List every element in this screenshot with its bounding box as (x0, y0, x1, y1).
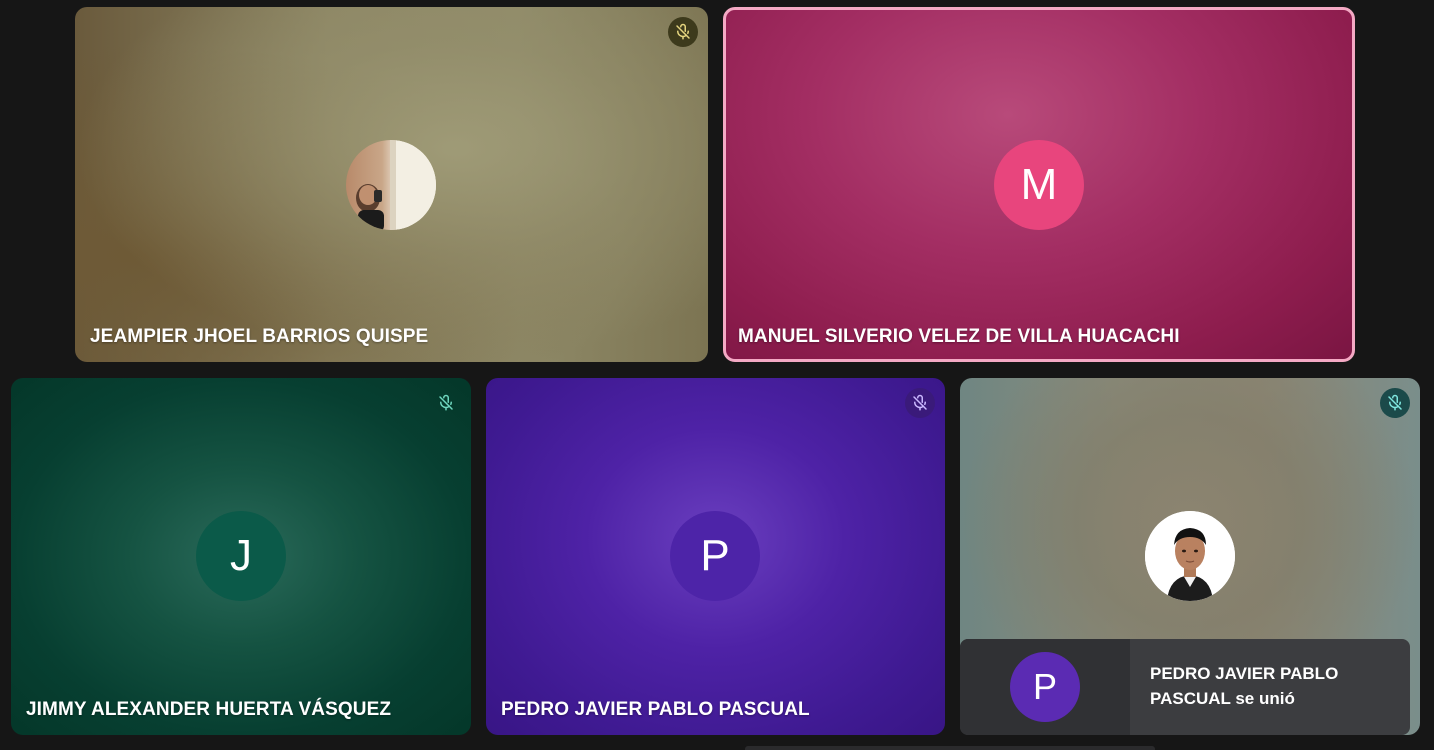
participant-tile[interactable]: J JIMMY ALEXANDER HUERTA VÁSQUEZ (11, 378, 471, 735)
notification-avatar-panel: P (960, 639, 1130, 735)
participant-initial-avatar: M (994, 140, 1084, 230)
mic-off-icon (431, 388, 461, 418)
participant-tile-active-speaker[interactable]: M MANUEL SILVERIO VELEZ DE VILLA HUACACH… (723, 7, 1355, 362)
join-notification: P PEDRO JAVIER PABLO PASCUAL se unió (960, 639, 1410, 735)
participant-name: MANUEL SILVERIO VELEZ DE VILLA HUACACHI (738, 326, 1180, 347)
mic-off-icon (1380, 388, 1410, 418)
avatar-letter: P (1032, 666, 1057, 707)
mic-off-icon (668, 17, 698, 47)
participant-name: PEDRO JAVIER PABLO PASCUAL (501, 699, 810, 720)
participant-name: JIMMY ALEXANDER HUERTA VÁSQUEZ (26, 699, 392, 720)
participant-tile[interactable]: P PEDRO JAVIER PABLO PASCUAL (486, 378, 945, 735)
participant-initial-avatar: P (670, 511, 760, 601)
participant-name: JEAMPIER JHOEL BARRIOS QUISPE (90, 326, 429, 347)
control-bar-edge (745, 746, 1155, 750)
avatar-letter: M (1020, 160, 1058, 209)
notification-avatar: P (1010, 652, 1080, 722)
avatar-letter: P (700, 531, 730, 580)
notification-message: PEDRO JAVIER PABLO PASCUAL se unió (1150, 664, 1339, 708)
participant-initial-avatar: J (196, 511, 286, 601)
meeting-grid: JEAMPIER JHOEL BARRIOS QUISPE M MANUEL S… (0, 0, 1434, 750)
avatar-letter: J (230, 531, 252, 580)
mic-off-icon (905, 388, 935, 418)
participant-photo-avatar (346, 140, 436, 230)
participant-photo-avatar (1145, 511, 1235, 601)
participant-tile[interactable]: JEAMPIER JHOEL BARRIOS QUISPE (75, 7, 708, 362)
